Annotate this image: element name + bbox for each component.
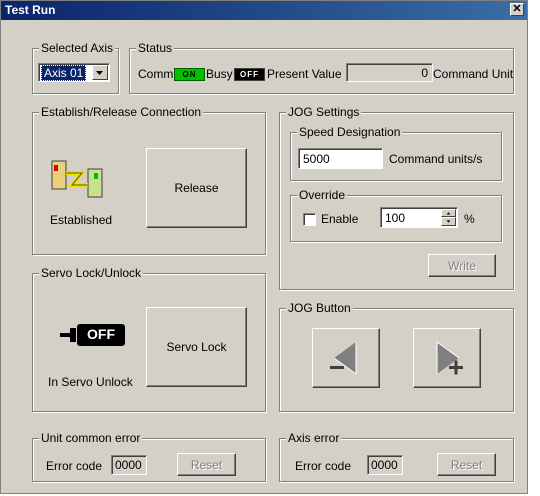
present-value: 0: [421, 66, 428, 80]
axis-error-reset-button[interactable]: Reset: [437, 453, 496, 476]
unit-error-reset-button[interactable]: Reset: [177, 453, 236, 476]
jog-settings-legend: JOG Settings: [286, 105, 362, 119]
title-bar: Test Run ✕: [1, 1, 527, 20]
axis-error-code-field: 0000: [367, 455, 403, 475]
selected-axis-legend: Selected Axis: [39, 41, 116, 55]
release-button[interactable]: Release: [146, 148, 247, 228]
busy-indicator: OFF: [234, 68, 265, 81]
connection-icon: [51, 160, 103, 198]
close-icon: ✕: [512, 3, 522, 15]
enable-checkbox[interactable]: [303, 213, 316, 226]
chevron-down-icon: [96, 71, 103, 75]
override-value: 100: [385, 211, 406, 225]
override-input[interactable]: 100: [380, 207, 458, 228]
axis-error-code-label: Error code: [295, 459, 352, 473]
axis-select[interactable]: Axis 01: [38, 63, 110, 82]
jog-minus-button[interactable]: [312, 328, 380, 388]
speed-unit: Command units/s: [389, 152, 483, 166]
comm-indicator: ON: [174, 68, 205, 81]
connection-legend: Establish/Release Connection: [39, 105, 204, 119]
override-spinner[interactable]: [441, 209, 456, 226]
close-button[interactable]: ✕: [510, 3, 524, 16]
speed-designation-legend: Speed Designation: [297, 125, 403, 139]
jog-plus-button[interactable]: [413, 328, 481, 388]
present-value-field: 0: [346, 63, 433, 82]
axis-select-value: Axis 01: [41, 65, 87, 81]
servo-off-icon: OFF: [60, 324, 128, 347]
command-unit-label: Command Unit: [433, 67, 514, 81]
unit-error-code-label: Error code: [46, 459, 103, 473]
unit-error-code-value: 0000: [115, 458, 142, 472]
jog-plus-icon: [436, 341, 463, 375]
status-legend: Status: [136, 41, 175, 55]
axis-dropdown-button[interactable]: [92, 65, 108, 80]
percent-label: %: [464, 212, 475, 226]
speed-value: 5000: [303, 152, 330, 166]
override-legend: Override: [297, 188, 348, 202]
unit-error-code-field: 0000: [111, 455, 147, 475]
spin-up-icon[interactable]: [441, 209, 456, 217]
window-title: Test Run: [5, 3, 56, 17]
enable-label: Enable: [321, 212, 359, 226]
axis-error-code-value: 0000: [371, 458, 398, 472]
comm-label: Comm: [138, 67, 174, 81]
servo-legend: Servo Lock/Unlock: [39, 266, 144, 280]
present-value-label: Present Value: [267, 67, 342, 81]
jog-button-legend: JOG Button: [286, 301, 353, 315]
servo-lock-button[interactable]: Servo Lock: [146, 307, 247, 387]
test-run-window: Test Run ✕ Selected Axis Axis 01 Status …: [0, 0, 528, 494]
spin-down-icon[interactable]: [441, 217, 456, 226]
write-button[interactable]: Write: [428, 254, 496, 277]
servo-icon-text: OFF: [87, 326, 115, 342]
unit-error-legend: Unit common error: [39, 431, 143, 445]
servo-state: In Servo Unlock: [48, 375, 133, 389]
connection-state: Established: [50, 213, 113, 227]
busy-label: Busy: [206, 67, 233, 81]
axis-error-legend: Axis error: [286, 431, 342, 445]
speed-input[interactable]: 5000: [298, 148, 383, 169]
jog-minus-icon: [330, 342, 357, 375]
